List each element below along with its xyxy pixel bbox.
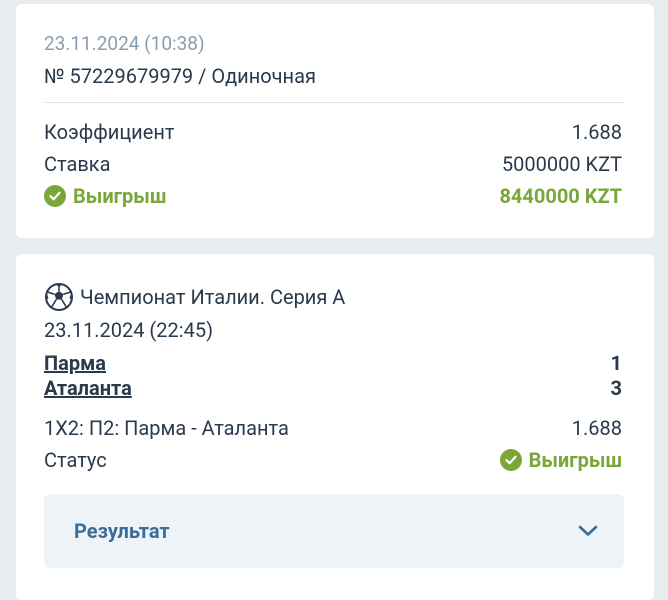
status-row: Статус Выигрыш [44, 446, 622, 474]
bet-summary-card: 23.11.2024 (10:38) № 57229679979 / Одино… [16, 4, 654, 238]
team-home-link[interactable]: Парма [44, 351, 106, 375]
market-coefficient: 1.688 [571, 416, 622, 440]
coefficient-row: Коэффициент 1.688 [44, 118, 622, 146]
win-status: Выигрыш [44, 184, 166, 208]
win-amount: 8440000 KZT [499, 184, 622, 208]
score-home: 1 [610, 351, 622, 375]
status-value-text: Выигрыш [528, 448, 622, 472]
chevron-down-icon[interactable] [578, 522, 598, 541]
team-away-link[interactable]: Аталанта [44, 376, 132, 400]
league-name: Чемпионат Италии. Серия А [80, 285, 346, 309]
check-circle-icon [499, 449, 522, 471]
status-value: Выигрыш [499, 448, 622, 472]
win-row: Выигрыш 8440000 KZT [44, 182, 622, 210]
check-circle-icon [44, 185, 66, 207]
divider [44, 102, 624, 103]
market-label: 1X2: П2: Парма - Аталанта [44, 416, 289, 440]
score-away: 3 [610, 376, 622, 400]
market-row: 1X2: П2: Парма - Аталанта 1.688 [44, 414, 622, 442]
result-expander[interactable]: Результат [44, 494, 624, 568]
win-label: Выигрыш [73, 184, 167, 208]
stake-label: Ставка [44, 152, 111, 176]
event-date-row: 23.11.2024 (22:45) [44, 316, 622, 344]
coefficient-label: Коэффициент [44, 120, 175, 144]
ticket-number: № 57229679979 / Одиночная [44, 64, 316, 88]
bet-date: 23.11.2024 (10:38) [44, 32, 205, 55]
stake-row: Ставка 5000000 KZT [44, 150, 622, 178]
result-label: Результат [74, 519, 170, 543]
team-row: Парма 1 [44, 349, 622, 377]
event-card: Чемпионат Италии. Серия А 23.11.2024 (22… [16, 254, 654, 600]
event-date: 23.11.2024 (22:45) [44, 318, 214, 342]
league-header: Чемпионат Италии. Серия А [44, 282, 345, 312]
status-label: Статус [44, 448, 107, 472]
coefficient-value: 1.688 [571, 120, 622, 144]
soccer-ball-icon [44, 282, 74, 312]
team-row: Аталанта 3 [44, 374, 622, 402]
stake-value: 5000000 KZT [501, 152, 622, 176]
